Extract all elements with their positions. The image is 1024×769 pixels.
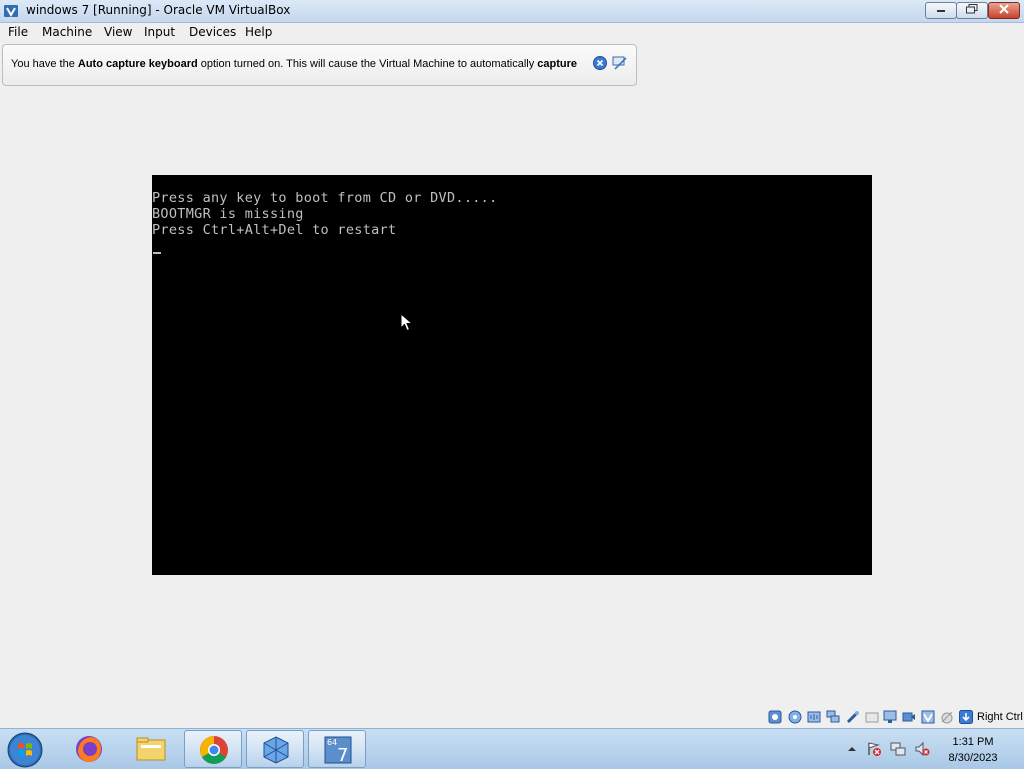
title-bar: windows 7 [Running] - Oracle VM VirtualB… (0, 0, 1024, 23)
banner-bold-capture: capture (537, 58, 578, 70)
firefox-icon (76, 736, 102, 762)
svg-text:7: 7 (337, 745, 348, 766)
file-explorer-icon (136, 737, 166, 761)
virtualbox-icon (4, 5, 18, 18)
audio-icon[interactable] (807, 710, 821, 724)
clock-date: 8/30/2023 (948, 752, 998, 764)
menu-help[interactable]: Help (245, 25, 272, 39)
svg-text:64: 64 (327, 738, 337, 747)
clock-time: 1:31 PM (952, 736, 994, 748)
mouse-integration-icon[interactable] (940, 710, 954, 724)
close-button[interactable] (988, 2, 1020, 19)
network-icon[interactable] (890, 741, 906, 757)
banner-text-part: You have the (11, 58, 78, 70)
action-center-icon[interactable] (866, 741, 882, 757)
restore-button[interactable] (956, 2, 988, 19)
host-key-label: Right Ctrl (977, 711, 1023, 723)
clock[interactable]: 1:31 PM 8/30/2023 (930, 734, 1016, 766)
taskbar-firefox[interactable] (60, 730, 118, 768)
auto-capture-banner: You have the Auto capture keyboard optio… (2, 44, 637, 86)
text-cursor (153, 252, 161, 254)
usb-icon[interactable] (846, 710, 860, 724)
mouse-pointer-icon (400, 313, 414, 332)
taskbar: 64 7 1:31 PM 8/30/2023 (0, 728, 1024, 769)
minimize-icon (937, 10, 945, 12)
virtualization-icon[interactable] (921, 710, 935, 724)
menu-view[interactable]: View (104, 25, 132, 39)
shared-folders-icon[interactable] (865, 710, 879, 724)
banner-bold-option: Auto capture keyboard (77, 58, 198, 70)
video-capture-icon[interactable] (902, 710, 916, 724)
volume-muted-icon[interactable] (914, 741, 930, 757)
virtualbox-icon (263, 736, 289, 764)
display-icon[interactable] (883, 710, 897, 724)
menu-devices[interactable]: Devices (189, 25, 236, 39)
window-title: windows 7 [Running] - Oracle VM VirtualB… (26, 3, 291, 17)
taskbar-windows7-vm[interactable]: 64 7 (308, 730, 366, 768)
taskbar-chrome[interactable] (184, 730, 242, 768)
start-button-icon[interactable] (6, 731, 44, 769)
menu-machine[interactable]: Machine (42, 25, 92, 39)
hard-disk-icon[interactable] (768, 710, 782, 724)
close-message-icon[interactable] (593, 56, 607, 70)
vm-status-bar: Right Ctrl (0, 708, 1024, 728)
show-hidden-icons-icon[interactable] (844, 741, 860, 757)
restore-icon (966, 4, 978, 14)
console-line: BOOTMGR is missing (152, 206, 304, 222)
menu-input[interactable]: Input (144, 25, 175, 39)
menu-bar: File Machine View Input Devices Help (0, 23, 1024, 43)
console-line: Press any key to boot from CD or DVD....… (152, 190, 498, 206)
network-icon[interactable] (826, 710, 840, 724)
chrome-icon (200, 736, 228, 764)
close-icon (999, 4, 1009, 14)
banner-text-part: option turned on. This will cause the Vi… (197, 58, 538, 70)
taskbar-virtualbox[interactable] (246, 730, 304, 768)
host-key-arrow-icon (959, 710, 973, 724)
banner-message: You have the Auto capture keyboard optio… (11, 58, 577, 70)
minimize-button[interactable] (925, 2, 957, 19)
taskbar-file-explorer[interactable] (122, 730, 180, 768)
windows7-vm-icon: 647 (324, 736, 352, 766)
hide-message-icon[interactable] (612, 56, 628, 70)
vm-display[interactable]: Press any key to boot from CD or DVD....… (152, 175, 872, 575)
menu-file[interactable]: File (8, 25, 28, 39)
optical-drive-icon[interactable] (788, 710, 802, 724)
console-line: Press Ctrl+Alt+Del to restart (152, 222, 397, 238)
